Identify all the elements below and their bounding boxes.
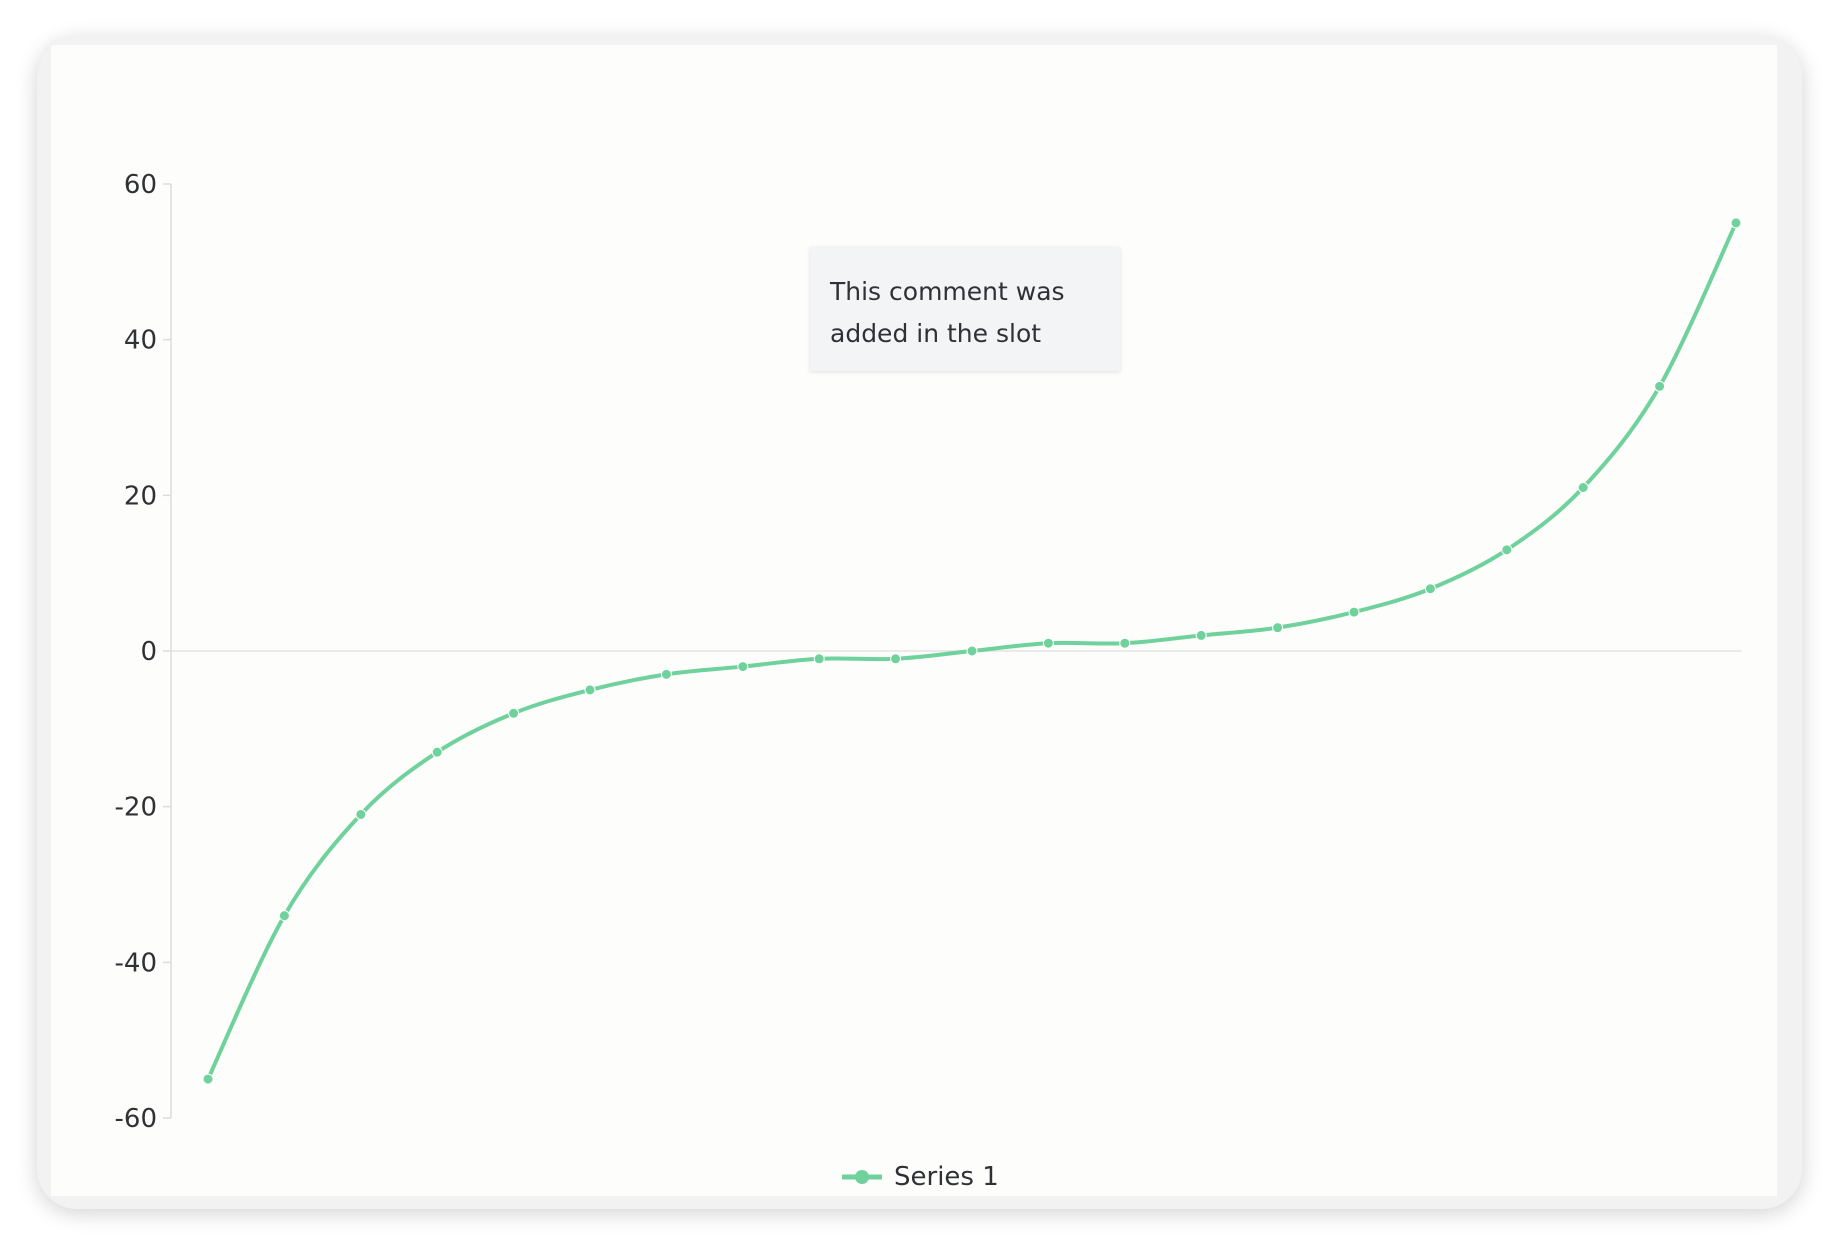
chart-window: 60 40 20 0 -20 -40 -60 This comment was added … — [37, 37, 1802, 1209]
data-point — [584, 684, 596, 696]
data-point — [1424, 583, 1436, 595]
y-tick-label: -40 — [115, 948, 157, 978]
legend[interactable]: Series 1 — [842, 1157, 999, 1197]
y-tick-label: 0 — [140, 637, 157, 667]
data-point — [202, 1073, 214, 1085]
data-point — [431, 746, 443, 758]
data-point — [1654, 380, 1666, 392]
data-point — [1042, 637, 1054, 649]
legend-label-series-1: Series 1 — [894, 1162, 999, 1192]
line-chart: 60 40 20 0 -20 -40 -60 — [115, 170, 1742, 1134]
data-point — [813, 653, 825, 665]
annotation-text: This comment was added in the slot — [830, 277, 1065, 348]
data-point — [508, 707, 520, 719]
data-point — [1501, 544, 1513, 556]
line-with-dot-icon — [842, 1170, 882, 1184]
data-point — [1348, 606, 1360, 618]
data-point — [966, 645, 978, 657]
data-point — [1730, 217, 1742, 229]
data-point — [1272, 622, 1284, 634]
y-tick-label: -20 — [115, 793, 157, 823]
chart-panel: 60 40 20 0 -20 -40 -60 This comment was added … — [51, 45, 1777, 1196]
data-point — [278, 910, 290, 922]
data-point — [1195, 629, 1207, 641]
data-point — [660, 668, 672, 680]
y-tick-label: -60 — [115, 1104, 157, 1134]
y-tick-label: 60 — [124, 170, 157, 200]
data-point — [1577, 482, 1589, 494]
y-tick-label: 40 — [124, 326, 157, 356]
y-tick-label: 20 — [124, 481, 157, 511]
data-point — [890, 653, 902, 665]
data-point — [737, 661, 749, 673]
annotation-comment-box: This comment was added in the slot — [810, 247, 1120, 371]
data-point — [355, 808, 367, 820]
data-point — [1119, 637, 1131, 649]
